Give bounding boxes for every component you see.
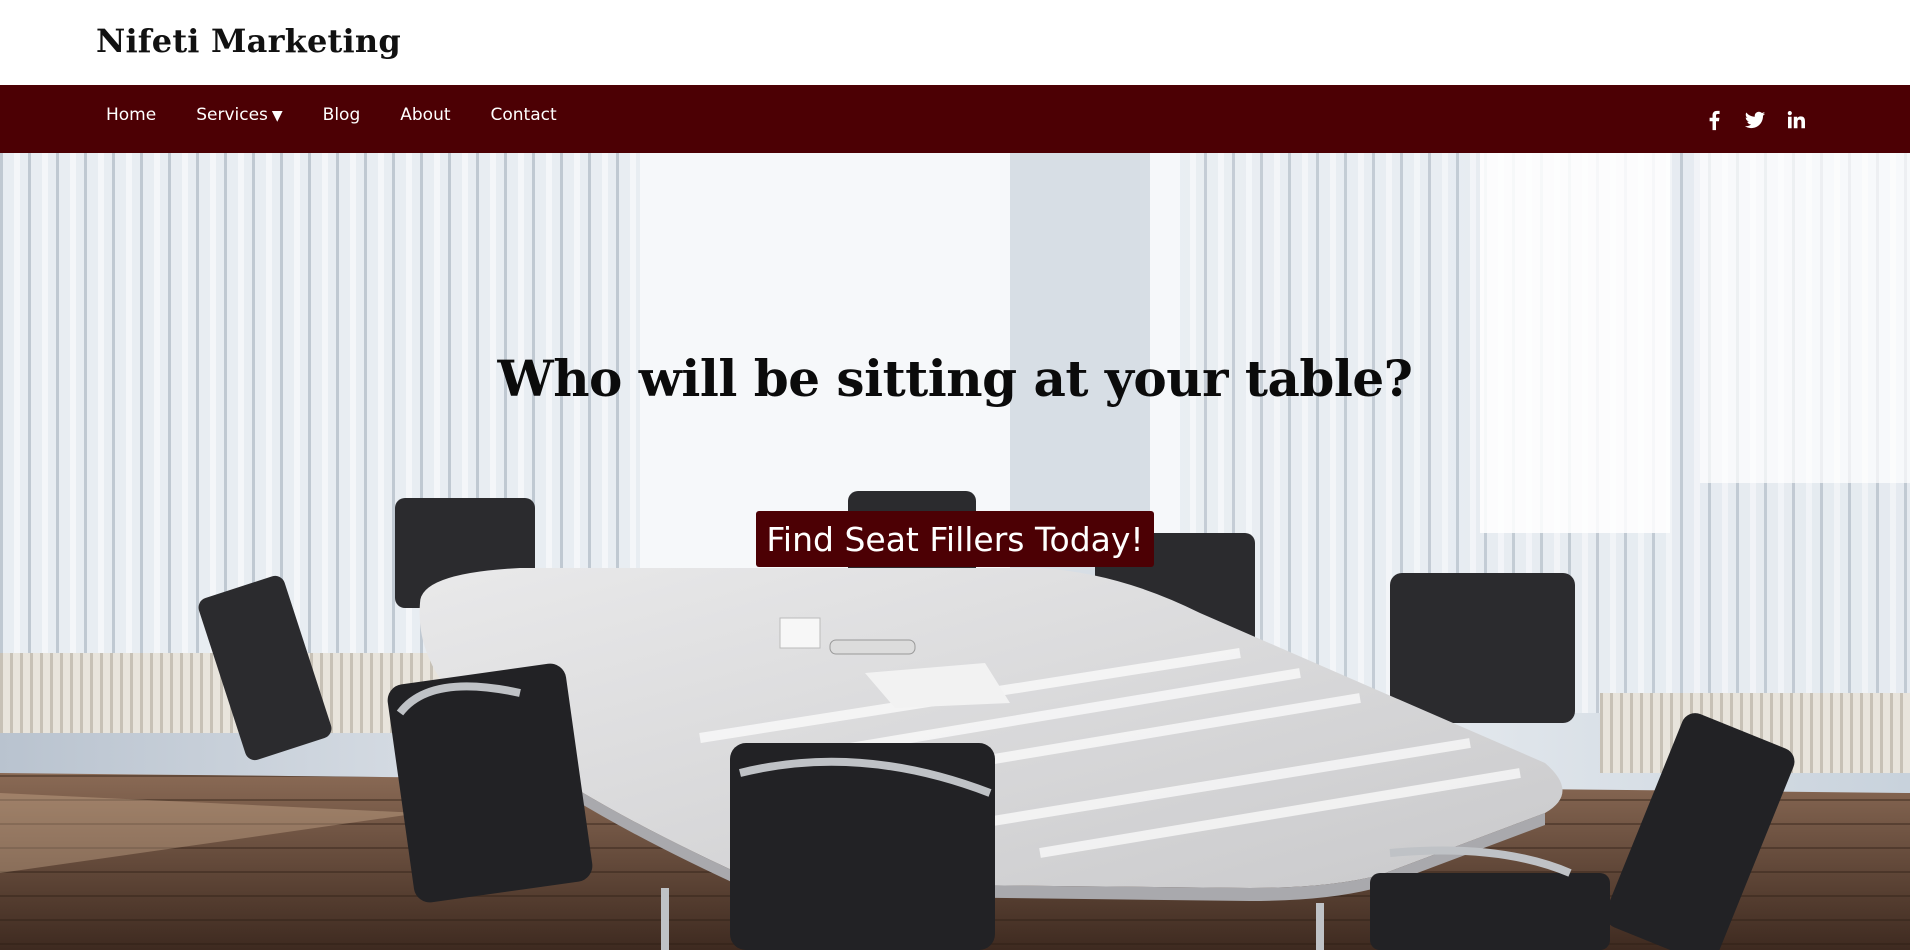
nav-item-label: Blog [322, 105, 361, 125]
nav-item-label: About [400, 105, 451, 125]
find-seat-fillers-button[interactable]: Find Seat Fillers Today! [756, 511, 1154, 567]
hero-section: Who will be sitting at your table? Find … [0, 153, 1910, 950]
nav-item-label: Services [196, 105, 268, 125]
main-navbar: Home Services ▼ Blog About Contact [0, 85, 1910, 153]
social-links [1702, 85, 1808, 153]
nav-item-contact[interactable]: Contact [471, 105, 577, 125]
nav-item-label: Contact [490, 105, 557, 125]
nav-item-services[interactable]: Services ▼ [176, 105, 302, 125]
site-header: Nifeti Marketing [0, 0, 1910, 85]
hero-headline: Who will be sitting at your table? [497, 349, 1413, 408]
facebook-icon[interactable] [1702, 108, 1726, 132]
twitter-icon[interactable] [1743, 108, 1767, 132]
nav-item-label: Home [106, 105, 157, 125]
nav-item-home[interactable]: Home [86, 105, 176, 125]
linkedin-icon[interactable] [1784, 108, 1808, 132]
nav-item-blog[interactable]: Blog [303, 105, 381, 125]
caret-down-icon: ▼ [271, 108, 283, 124]
nav-links: Home Services ▼ Blog About Contact [86, 85, 577, 145]
nav-item-about[interactable]: About [380, 105, 470, 125]
site-logo-text[interactable]: Nifeti Marketing [96, 22, 401, 60]
